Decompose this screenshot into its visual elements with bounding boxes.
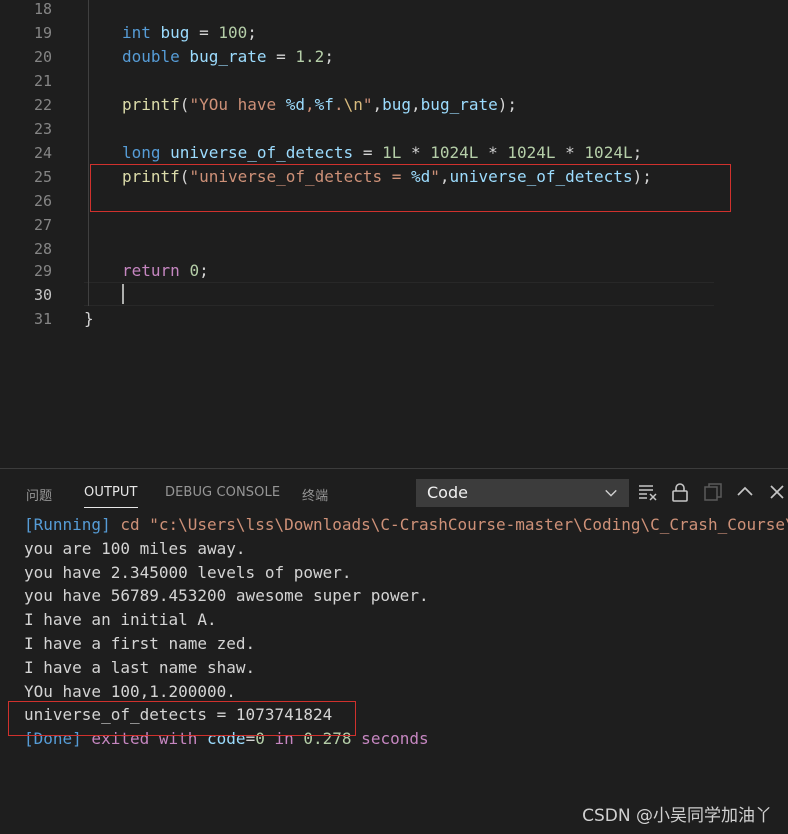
highlight-box-output [8, 701, 356, 736]
code-text: long universe_of_detects = 1L * 1024L * … [122, 143, 643, 162]
lock-icon [672, 483, 688, 502]
output-panel: 问题 OUTPUT DEBUG CONSOLE 终端 Code [Running… [0, 468, 788, 834]
code-line-24[interactable]: 24 long universe_of_detects = 1L * 1024L… [0, 141, 788, 165]
highlight-box-code [90, 164, 731, 212]
code-editor[interactable]: 18 19 int bug = 100; 20 double bug_rate … [0, 0, 788, 468]
running-tag: [Running] [24, 515, 111, 534]
tab-problems[interactable]: 问题 [26, 485, 52, 504]
tab-output[interactable]: OUTPUT [84, 485, 138, 508]
code-line-21[interactable]: 21 [0, 69, 788, 93]
line-number: 25 [33, 168, 52, 186]
code-line-19[interactable]: 19 int bug = 100; [0, 21, 788, 45]
chevron-down-icon [605, 489, 617, 497]
watermark: CSDN @小吴同学加油丫 [582, 806, 772, 826]
line-number: 22 [33, 96, 52, 114]
panel-tabs: 问题 OUTPUT DEBUG CONSOLE 终端 Code [0, 469, 788, 515]
code-line-29[interactable]: 29 return 0; [0, 259, 788, 283]
open-in-editor-button[interactable] [702, 481, 724, 503]
lock-scroll-button[interactable] [669, 481, 691, 503]
line-number: 19 [33, 24, 52, 42]
output-line: you have 56789.453200 awesome super powe… [24, 586, 429, 606]
tab-terminal[interactable]: 终端 [302, 485, 328, 504]
tab-debug-console[interactable]: DEBUG CONSOLE [165, 485, 280, 500]
code-text: double bug_rate = 1.2; [122, 47, 334, 66]
output-line: I have a first name zed. [24, 633, 256, 653]
code-line-20[interactable]: 20 double bug_rate = 1.2; [0, 45, 788, 69]
code-text: int bug = 100; [122, 23, 257, 42]
copy-icon [704, 483, 722, 501]
code-line-31[interactable]: 31 } [0, 307, 788, 331]
output-channel-value: Code [427, 483, 468, 502]
code-line-28[interactable]: 28 [0, 237, 788, 261]
line-number: 18 [33, 0, 52, 18]
code-line-30[interactable]: 30 [0, 283, 788, 307]
code-line-23[interactable]: 23 [0, 117, 788, 141]
output-line: you are 100 miles away. [24, 538, 246, 558]
output-channel-select[interactable]: Code [416, 479, 629, 507]
output-line: YOu have 100,1.200000. [24, 681, 236, 701]
output-line-running: [Running] cd "c:\Users\lss\Downloads\C-C… [24, 513, 788, 537]
close-icon [770, 485, 784, 499]
code-line-22[interactable]: 22 printf("YOu have %d,%f.\n",bug,bug_ra… [0, 93, 788, 117]
line-number: 27 [33, 216, 52, 234]
code-text: return 0; [122, 261, 209, 280]
run-command: cd "c:\Users\lss\Downloads\C-CrashCourse… [110, 515, 788, 534]
line-number: 28 [33, 240, 52, 258]
code-text: } [84, 309, 94, 328]
text-cursor [122, 284, 124, 304]
line-number: 26 [33, 192, 52, 210]
clear-output-button[interactable] [637, 481, 659, 503]
line-number: 30 [33, 286, 52, 304]
line-number: 23 [33, 120, 52, 138]
line-number: 31 [33, 310, 52, 328]
output-line: I have a last name shaw. [24, 657, 256, 677]
output-line: you have 2.345000 levels of power. [24, 562, 352, 582]
line-number: 21 [33, 72, 52, 90]
clear-all-icon [639, 485, 657, 501]
code-line-27[interactable]: 27 [0, 213, 788, 237]
line-number: 20 [33, 48, 52, 66]
line-number: 29 [33, 262, 52, 280]
chevron-up-icon [737, 486, 753, 496]
code-line-18[interactable]: 18 [0, 0, 788, 21]
close-panel-button[interactable] [766, 481, 788, 503]
line-number: 24 [33, 144, 52, 162]
maximize-panel-button[interactable] [734, 481, 756, 503]
output-line: I have an initial A. [24, 610, 217, 630]
code-text: printf("YOu have %d,%f.\n",bug,bug_rate)… [122, 95, 517, 114]
